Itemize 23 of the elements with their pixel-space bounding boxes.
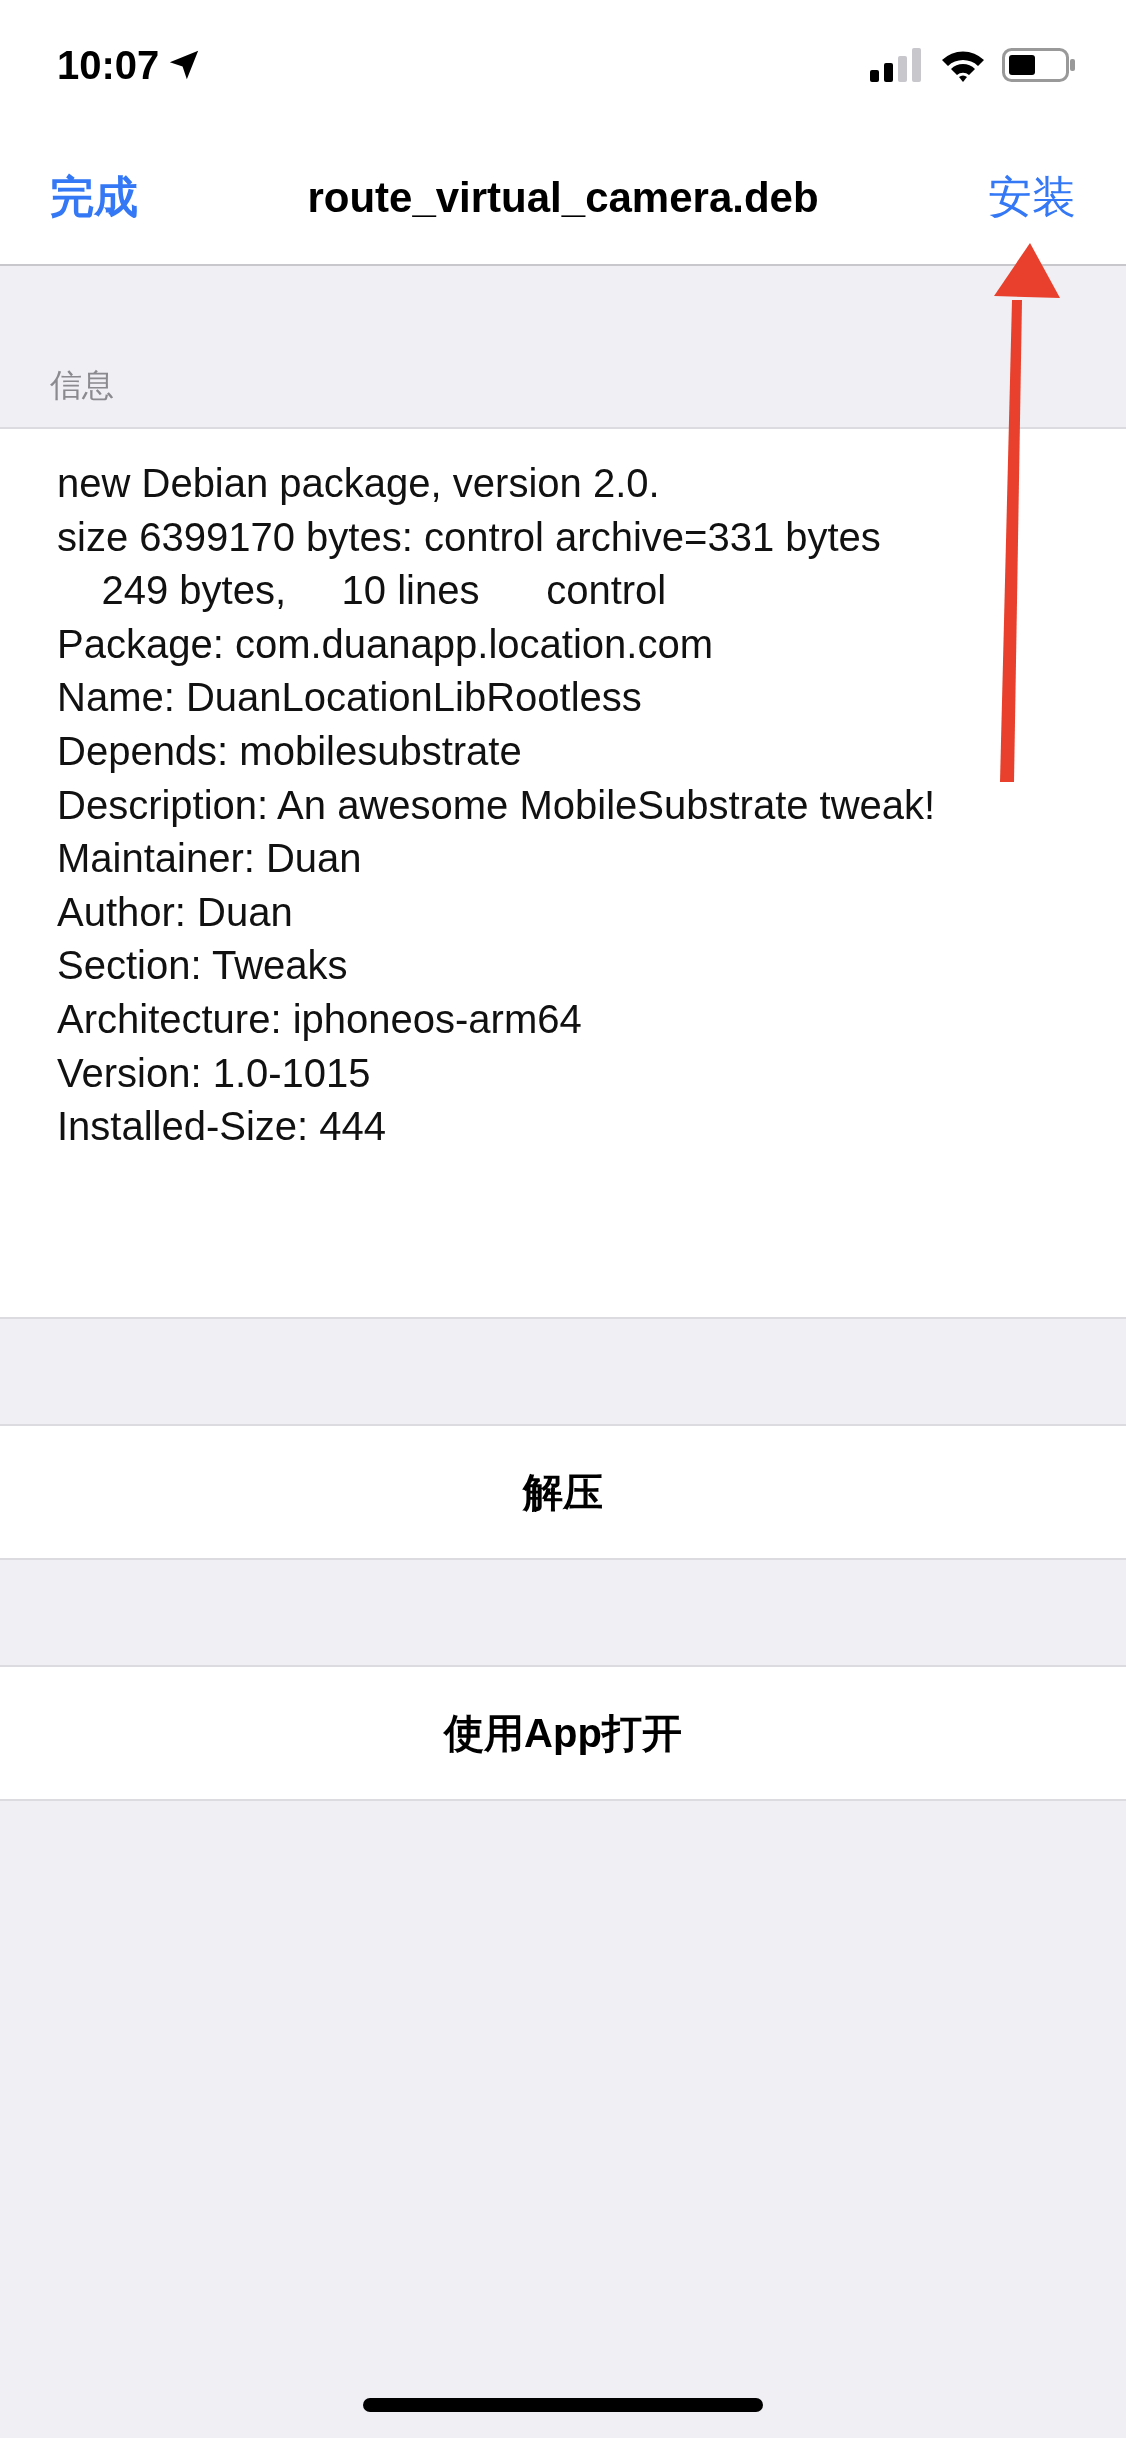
info-line: Author: Duan <box>57 889 293 934</box>
status-time: 10:07 <box>57 42 160 89</box>
info-line: 249 bytes, 10 lines control <box>100 568 667 613</box>
info-line: Name: DuanLocationLibRootless <box>57 675 642 720</box>
done-button[interactable]: 完成 <box>50 164 138 230</box>
info-line: Section: Tweaks <box>57 943 348 988</box>
action-button[interactable]: 解压 <box>0 1424 1126 1560</box>
info-line: Version: 1.0-1015 <box>57 1050 371 1095</box>
info-line: Installed-Size: 444 <box>57 1104 387 1149</box>
info-line: Architecture: iphoneos-arm64 <box>57 996 582 1041</box>
install-button[interactable]: 安装 <box>988 164 1076 230</box>
action-button[interactable]: 使用App打开 <box>0 1665 1126 1801</box>
info-line: Depends: mobilesubstrate <box>57 728 522 773</box>
battery-icon <box>1002 48 1076 82</box>
wifi-icon <box>940 48 986 82</box>
info-line: new Debian package, version 2.0. <box>57 461 660 505</box>
section-header: 信息 <box>50 367 114 403</box>
info-line: Package: com.duanapp.location.com <box>57 621 713 666</box>
info-line: Maintainer: Duan <box>57 836 362 881</box>
signal-icon <box>870 48 924 82</box>
info-line: Description: An awesome MobileSubstrate tweak! <box>57 782 936 827</box>
info-line: size 6399170 bytes: control archive=331 bytes <box>57 514 881 559</box>
nav-title: route_virtual_camera.deb <box>307 172 819 223</box>
